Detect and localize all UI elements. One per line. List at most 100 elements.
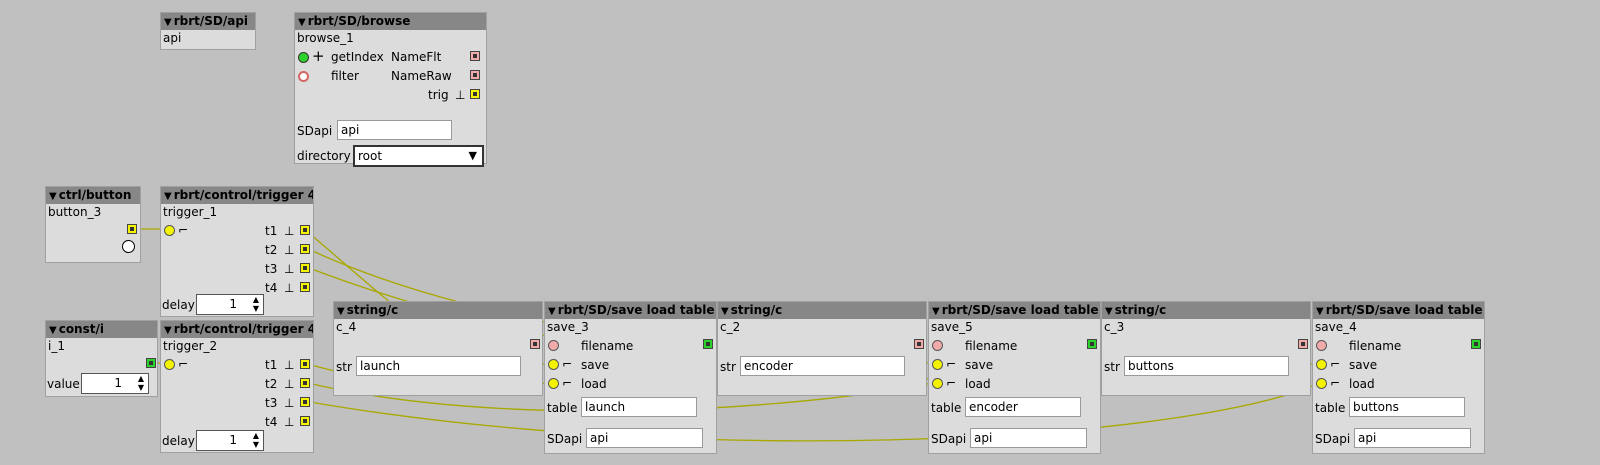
collapse-triangle-icon[interactable]: ▼ [49,191,57,202]
outlet-string[interactable] [1298,339,1308,349]
outlet-string[interactable] [914,339,924,349]
save-4-object[interactable]: ▼ rbrt/SD/save load table save_4 filename… [1312,301,1485,454]
object-header[interactable]: ▼ string/c [1102,302,1310,319]
sd-browse-object[interactable]: ▼ rbrt/SD/browse browse_1 + getIndex Name… [294,12,487,167]
filename-label: filename [965,339,1018,353]
object-header[interactable]: ▼ rbrt/SD/api [161,13,255,30]
chevron-down-icon: ▼ [468,149,477,162]
outlet-t4[interactable] [300,282,310,292]
sdapi-field[interactable]: api [586,428,703,448]
object-header[interactable]: ▼ rbrt/control/trigger 4 [161,187,313,204]
outlet-string[interactable] [530,339,540,349]
pulse-icon: ⊥ [284,243,295,257]
collapse-triangle-icon[interactable]: ▼ [721,306,729,317]
object-header[interactable]: ▼ rbrt/SD/browse [295,13,486,30]
outlet-t3[interactable] [300,397,310,407]
value-spinner[interactable]: 1 ▲ ▼ [81,373,149,394]
delay-spinner[interactable]: 1 ▲ ▼ [196,294,264,315]
save-5-object[interactable]: ▼ rbrt/SD/save load table save_5 filename… [928,301,1101,454]
string-c4-object[interactable]: ▼ string/c c_4 str launch [333,301,543,396]
save-3-object[interactable]: ▼ rbrt/SD/save load table save_3 filename… [544,301,717,454]
const-i-object[interactable]: ▼ const/i i_1 value 1 ▲ ▼ [45,320,158,397]
sd-api-object[interactable]: ▼ rbrt/SD/api api [160,12,256,50]
outlet-button[interactable] [127,224,137,234]
inlet-filename[interactable] [548,340,559,351]
sdapi-field[interactable]: api [337,120,452,140]
inlet-filename[interactable] [1316,340,1327,351]
trigger-2-object[interactable]: ▼ rbrt/control/trigger 4 trigger_2 ⌐ t1 ⊥… [160,320,314,453]
instance-name: trigger_1 [163,205,218,219]
str-field[interactable]: launch [356,356,521,376]
collapse-triangle-icon[interactable]: ▼ [164,325,172,336]
delay-label: delay [162,298,195,312]
sdapi-label: SDapi [297,124,333,138]
object-header[interactable]: ▼ string/c [334,302,542,319]
outlet-nameflt[interactable] [470,51,480,61]
str-field[interactable]: encoder [740,356,905,376]
str-field[interactable]: buttons [1124,356,1289,376]
pulse-icon: ⊥ [284,262,295,276]
collapse-triangle-icon[interactable]: ▼ [337,306,345,317]
inlet-trigger[interactable] [164,225,175,236]
collapse-triangle-icon[interactable]: ▼ [1105,306,1113,317]
pulse-icon: ⊥ [284,358,295,372]
delay-spinner[interactable]: 1 ▲ ▼ [196,430,264,451]
pulse-icon: ⊥ [284,224,295,238]
inlet-filename[interactable] [932,340,943,351]
load-label: load [1349,377,1375,391]
collapse-triangle-icon[interactable]: ▼ [49,325,57,336]
str-label: str [720,360,736,374]
string-c3-object[interactable]: ▼ string/c c_3 str buttons [1101,301,1311,396]
inlet-save[interactable] [932,359,943,370]
ctrl-button-object[interactable]: ▼ ctrl/button button_3 [45,186,141,263]
spinner-arrows-icon[interactable]: ▲ ▼ [253,295,259,313]
object-header[interactable]: ▼ string/c [718,302,926,319]
inlet-filter[interactable] [298,71,309,82]
sdapi-field[interactable]: api [1354,428,1471,448]
trigger-1-object[interactable]: ▼ rbrt/control/trigger 4 trigger_1 ⌐ t1 ⊥… [160,186,314,317]
outlet-trig[interactable] [470,89,480,99]
outlet-ok[interactable] [1087,339,1097,349]
object-header[interactable]: ▼ rbrt/SD/save load table [929,302,1100,319]
table-field[interactable]: buttons [1349,397,1465,417]
outlet-t2[interactable] [300,244,310,254]
object-header[interactable]: ▼ rbrt/SD/save load table [545,302,716,319]
collapse-triangle-icon[interactable]: ▼ [548,306,556,317]
object-header[interactable]: ▼ const/i [46,321,157,338]
outlet-t4[interactable] [300,416,310,426]
object-header[interactable]: ▼ ctrl/button [46,187,140,204]
collapse-triangle-icon[interactable]: ▼ [298,17,306,28]
outlet-t1[interactable] [300,225,310,235]
outlet-label-nameflt: NameFlt [391,50,442,64]
outlet-int[interactable] [146,358,156,368]
collapse-triangle-icon[interactable]: ▼ [164,191,172,202]
sdapi-field[interactable]: api [970,428,1087,448]
inlet-trigger[interactable] [164,359,175,370]
spinner-arrows-icon[interactable]: ▲ ▼ [138,374,144,392]
inlet-getindex[interactable] [298,52,309,63]
inlet-load[interactable] [932,378,943,389]
collapse-triangle-icon[interactable]: ▼ [932,306,940,317]
collapse-triangle-icon[interactable]: ▼ [164,17,172,28]
inlet-load[interactable] [548,378,559,389]
string-c2-object[interactable]: ▼ string/c c_2 str encoder [717,301,927,396]
load-label: load [965,377,991,391]
outlet-ok[interactable] [1471,339,1481,349]
inlet-save[interactable] [1316,359,1327,370]
spinner-arrows-icon[interactable]: ▲ ▼ [253,431,259,449]
object-header[interactable]: ▼ rbrt/control/trigger 4 [161,321,313,338]
outlet-t2[interactable] [300,378,310,388]
inlet-load[interactable] [1316,378,1327,389]
table-field[interactable]: launch [581,397,697,417]
outlet-ok[interactable] [703,339,713,349]
push-button[interactable] [122,240,135,253]
collapse-triangle-icon[interactable]: ▼ [1316,306,1324,317]
inlet-save[interactable] [548,359,559,370]
directory-select[interactable]: root ▼ [353,145,484,167]
outlet-t1[interactable] [300,359,310,369]
outlet-t3[interactable] [300,263,310,273]
table-field[interactable]: encoder [965,397,1081,417]
outlet-label-t2: t2 [265,377,278,391]
object-header[interactable]: ▼ rbrt/SD/save load table [1313,302,1484,319]
outlet-nameraw[interactable] [470,70,480,80]
